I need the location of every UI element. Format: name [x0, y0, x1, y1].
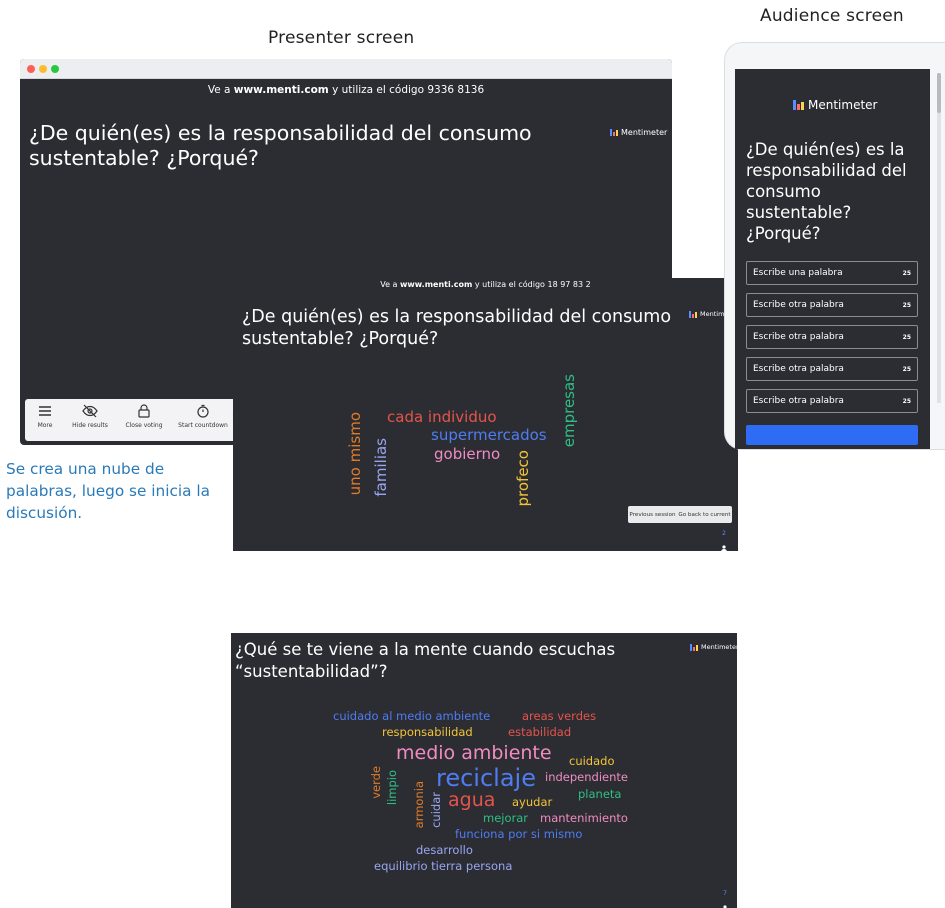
- word-input[interactable]: Escribe una palabra 25: [746, 261, 918, 285]
- more-button[interactable]: More: [33, 403, 57, 429]
- cloud-word: ayudar: [512, 795, 553, 809]
- char-count: 25: [902, 301, 911, 309]
- participant-count: 2: [722, 530, 726, 537]
- participant-counter: 2: [720, 530, 728, 551]
- cloud-word: armonia: [412, 781, 426, 829]
- cloud-word: mantenimiento: [540, 811, 628, 825]
- mentimeter-logo-icon: [690, 643, 698, 651]
- join-code-line: Ve a www.menti.com y utiliza el código 9…: [207, 84, 485, 96]
- cloud-word: responsabilidad: [382, 725, 473, 739]
- cloud-word: supermercados: [431, 426, 547, 444]
- cloud-word: profeco: [514, 450, 532, 507]
- menu-icon: [39, 406, 51, 416]
- word-input[interactable]: Escribe otra palabra 25: [746, 325, 918, 349]
- cloud-word: cuidado al medio ambiente: [333, 709, 491, 723]
- close-window-button[interactable]: [27, 65, 35, 73]
- word-cloud-panel-1: Ve a www.menti.com y utiliza el código 1…: [233, 278, 738, 551]
- char-count: 25: [902, 333, 911, 341]
- char-count: 25: [902, 365, 911, 373]
- mentimeter-brand-4: Mentimeter: [690, 643, 737, 651]
- hide-results-button[interactable]: Hide results: [70, 403, 110, 429]
- mentimeter-brand-3: Mentimeter: [793, 98, 877, 112]
- maximize-window-button[interactable]: [51, 65, 59, 73]
- participant-counter-2: 7: [721, 890, 729, 908]
- person-icon: [721, 545, 727, 551]
- cloud-word: gobierno: [434, 445, 501, 463]
- cloud-word: planeta: [578, 787, 622, 801]
- cloud-word: estabilidad: [508, 725, 572, 739]
- start-countdown-button[interactable]: Start countdown: [175, 403, 231, 429]
- cloud-word: areas verdes: [522, 709, 597, 723]
- cloud-word: familias: [372, 438, 390, 497]
- cloud-word: funciona por si mismo: [455, 827, 583, 841]
- cloud-word: empresas: [560, 374, 578, 448]
- participant-count-2: 7: [723, 890, 727, 897]
- mentimeter-logo-icon: [610, 129, 618, 136]
- audience-question-title: ¿De quién(es) es la responsabilidad del …: [746, 140, 907, 243]
- word-cloud-panel-2: ¿Qué se te viene a la mente cuando escuc…: [231, 633, 737, 908]
- word-input[interactable]: Escribe otra palabra 25: [746, 293, 918, 317]
- word-input[interactable]: Escribe otra palabra 25: [746, 389, 918, 413]
- audience-phone-frame: Mentimeter ¿De quién(es) es la responsab…: [724, 42, 945, 450]
- session-switcher: Previous session Go back to current: [628, 506, 732, 523]
- explanation-note: Se crea una nube de palabras, luego se i…: [6, 460, 211, 522]
- window-title-bar: [20, 59, 672, 79]
- mentimeter-brand: Mentimeter: [610, 128, 667, 137]
- minimize-window-button[interactable]: [39, 65, 47, 73]
- previous-session-button[interactable]: Previous session: [629, 512, 675, 518]
- mentimeter-logo-icon: [689, 310, 697, 318]
- question-title: ¿De quién(es) es la responsabilidad del …: [29, 121, 532, 170]
- cloud-word: cuidar: [429, 792, 443, 828]
- join-url: www.menti.com: [233, 84, 329, 96]
- cloud-word: limpio: [385, 770, 399, 806]
- submit-button[interactable]: [746, 425, 918, 445]
- cloud-word: reciclaje: [436, 764, 536, 792]
- lock-icon: [138, 404, 150, 418]
- audience-scrollbar-track[interactable]: [937, 73, 941, 403]
- audience-screen: Mentimeter ¿De quién(es) es la responsab…: [735, 69, 930, 449]
- cloud-word: cada individuo: [387, 408, 497, 426]
- question-title-3: ¿Qué se te viene a la mente cuando escuc…: [235, 640, 616, 681]
- char-count: 25: [902, 397, 911, 405]
- cloud-word: mejorar: [483, 811, 529, 825]
- presenter-screen-caption: Presenter screen: [268, 28, 415, 48]
- close-voting-button[interactable]: Close voting: [122, 403, 166, 429]
- mentimeter-logo-icon: [793, 100, 804, 110]
- join-code-line-2: Ve a www.menti.com y utiliza el código 1…: [380, 280, 591, 289]
- char-count: 25: [902, 269, 911, 277]
- cloud-word: cuidado: [569, 754, 615, 768]
- join-code-2: 18 97 83 2: [547, 280, 591, 289]
- stopwatch-icon: [197, 404, 209, 418]
- join-url-2: www.menti.com: [400, 280, 473, 289]
- join-code: 9336 8136: [427, 84, 485, 96]
- cloud-word: verde: [369, 766, 383, 799]
- eye-off-icon: [82, 404, 98, 418]
- cloud-word: uno mismo: [346, 412, 364, 496]
- cloud-word: independiente: [545, 770, 628, 784]
- cloud-word: agua: [448, 789, 496, 811]
- presenter-toolbar: More Hide results Close voting Start cou…: [25, 399, 240, 441]
- cloud-word: desarrollo: [416, 843, 473, 857]
- audience-screen-caption: Audience screen: [760, 6, 904, 26]
- go-back-to-current-button[interactable]: Go back to current: [678, 512, 730, 518]
- audience-scrollbar-thumb[interactable]: [937, 73, 941, 113]
- word-input[interactable]: Escribe otra palabra 25: [746, 357, 918, 381]
- cloud-word: equilibrio tierra persona: [374, 859, 513, 873]
- question-title-2: ¿De quién(es) es la responsabilidad del …: [242, 307, 672, 349]
- cloud-word: medio ambiente: [396, 742, 552, 764]
